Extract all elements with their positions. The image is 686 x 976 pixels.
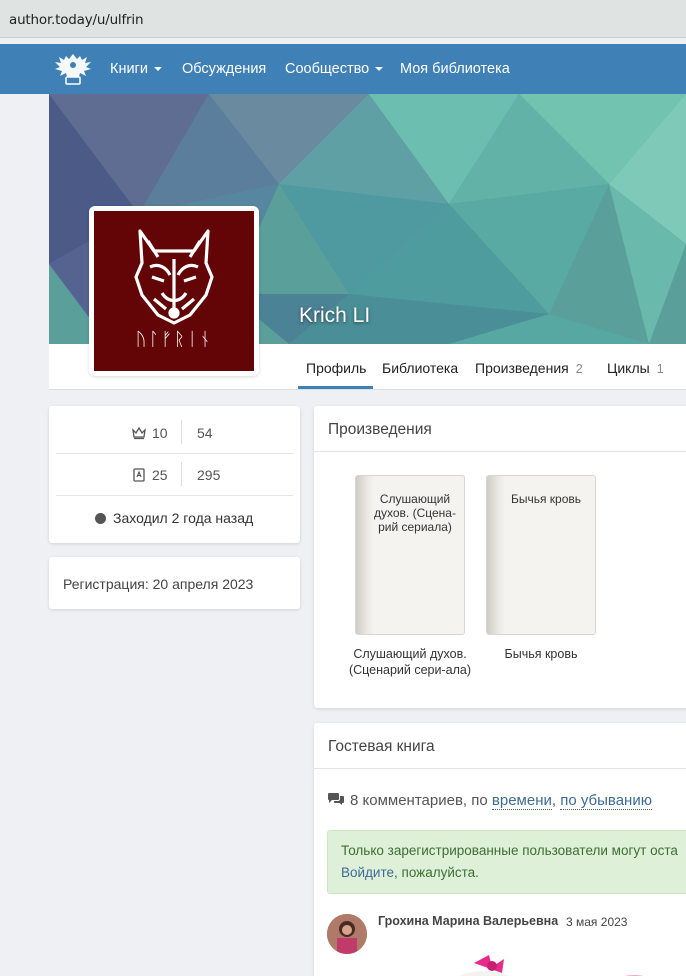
nav-discussions[interactable]: Обсуждения bbox=[182, 61, 266, 77]
tab-profile[interactable]: Профиль bbox=[306, 360, 366, 376]
book-caption[interactable]: Бычья кровь bbox=[476, 646, 606, 662]
comment-date: 3 мая 2023 bbox=[566, 915, 628, 929]
top-navbar: Книги Обсуждения Сообщество Моя библиоте… bbox=[0, 44, 686, 94]
url-text[interactable]: author.today/u/ulfrin bbox=[9, 12, 143, 28]
tab-works[interactable]: Произведения 2 bbox=[475, 360, 583, 376]
avatar-image: ᚢᛚᚠᚱᛁᚾ bbox=[94, 211, 254, 371]
alert-text: Войдите, пожалуйста. bbox=[341, 865, 479, 880]
comments-icon bbox=[328, 793, 344, 805]
works-panel: Произведения Слушающий духов. (Сцена-рий… bbox=[314, 406, 686, 708]
avatar[interactable]: ᚢᛚᚠᚱᛁᚾ bbox=[89, 206, 259, 376]
last-seen-status: Заходил 2 года назад bbox=[95, 510, 253, 526]
avatar[interactable] bbox=[327, 914, 367, 954]
works-title: Произведения bbox=[328, 421, 432, 438]
stat-value: 25 bbox=[152, 467, 168, 483]
address-bar[interactable]: author.today/u/ulfrin bbox=[0, 0, 686, 38]
book-caption[interactable]: Слушающий духов. (Сценарий сери-ала) bbox=[345, 646, 475, 678]
chevron-down-icon bbox=[153, 67, 162, 72]
divider bbox=[181, 420, 182, 444]
tab-library[interactable]: Библиотека bbox=[382, 360, 458, 376]
guestbook-title: Гостевая книга bbox=[328, 738, 435, 755]
stats-panel: 10 54 25 295 Заходил 2 года назад bbox=[49, 406, 300, 543]
book-cover[interactable]: Слушающий духов. (Сцена-рий сериала) bbox=[355, 475, 465, 635]
sort-order-link[interactable]: по убыванию bbox=[560, 792, 652, 810]
comments-sort: 8 комментариев, по времени, по убыванию bbox=[327, 792, 652, 810]
stat-row-books: 25 295 bbox=[56, 454, 293, 496]
comment-author[interactable]: Грохина Марина Валерьевна bbox=[378, 914, 558, 928]
nav-my-library[interactable]: Моя библиотека bbox=[400, 61, 510, 77]
book-cover-title: Бычья кровь bbox=[510, 492, 582, 506]
tab-count: 1 bbox=[656, 362, 664, 376]
user-photo bbox=[327, 914, 367, 954]
login-required-alert: Только зарегистрированные пользователи м… bbox=[327, 830, 686, 894]
book-cover-title: Слушающий духов. (Сцена-рий сериала) bbox=[374, 492, 456, 534]
guestbook-panel: Гостевая книга 8 комментариев, по времен… bbox=[314, 723, 686, 976]
active-tab-indicator bbox=[298, 386, 373, 389]
book-icon bbox=[133, 468, 145, 482]
tab-count: 2 bbox=[575, 362, 583, 376]
profile-name: Krich LI bbox=[299, 304, 371, 327]
login-link[interactable]: Войдите bbox=[341, 865, 394, 880]
book-cover[interactable]: Бычья кровь bbox=[486, 475, 596, 635]
site-logo-icon[interactable] bbox=[52, 50, 94, 88]
stat-value: 295 bbox=[197, 467, 221, 483]
registration-panel: Регистрация: 20 апреля 2023 bbox=[49, 557, 300, 609]
divider bbox=[181, 462, 182, 486]
stat-value: 10 bbox=[152, 425, 168, 441]
stat-value: 54 bbox=[197, 425, 213, 441]
divider bbox=[314, 451, 686, 452]
nav-community[interactable]: Сообщество bbox=[285, 61, 384, 77]
crown-icon bbox=[132, 426, 146, 440]
chevron-down-icon bbox=[375, 67, 384, 72]
divider bbox=[314, 768, 686, 769]
nav-books[interactable]: Книги bbox=[110, 61, 162, 77]
avatar-runes: ᚢᛚᚠᚱᛁᚾ bbox=[135, 329, 213, 350]
status-dot-icon bbox=[95, 513, 106, 524]
tab-series[interactable]: Циклы 1 bbox=[607, 360, 664, 376]
registration-date: Регистрация: 20 апреля 2023 bbox=[63, 576, 254, 592]
comment-image bbox=[459, 955, 644, 976]
sort-by-time-link[interactable]: времени bbox=[491, 792, 552, 810]
stat-row-rating: 10 54 bbox=[56, 412, 293, 454]
alert-text: Только зарегистрированные пользователи м… bbox=[341, 843, 678, 858]
